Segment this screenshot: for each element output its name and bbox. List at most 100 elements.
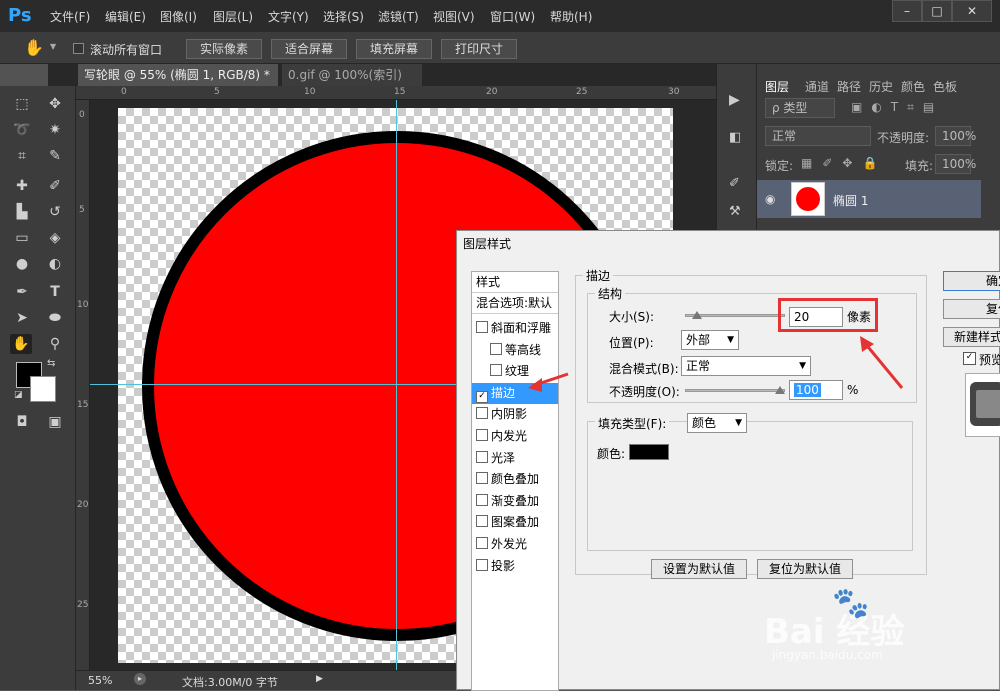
style-item-checkbox[interactable]: [476, 493, 488, 506]
layer-fill-field[interactable]: 100%: [935, 154, 976, 174]
brush-tool-icon[interactable]: ✐: [44, 176, 66, 196]
background-color-swatch[interactable]: [30, 376, 56, 402]
menu-edit[interactable]: 编辑(E): [105, 8, 146, 25]
magic-wand-icon[interactable]: ✷: [44, 120, 66, 140]
menu-filter[interactable]: 滤镜(T): [378, 8, 419, 25]
status-info-icon[interactable]: ▸: [134, 673, 146, 685]
menu-layer[interactable]: 图层(L): [213, 8, 253, 25]
play-actions-icon[interactable]: ▶: [729, 92, 740, 108]
menu-select[interactable]: 选择(S): [323, 8, 364, 25]
tool-preset-chevron-icon[interactable]: ▼: [50, 42, 56, 51]
style-item-checkbox[interactable]: [476, 450, 488, 463]
move-tool-icon[interactable]: ✥: [44, 94, 66, 114]
fill-screen-button[interactable]: 填充屏幕: [356, 39, 432, 59]
crop-tool-icon[interactable]: ⌗: [11, 146, 33, 166]
menu-file[interactable]: 文件(F): [50, 8, 90, 25]
maximize-button[interactable]: □: [922, 0, 952, 22]
menu-window[interactable]: 窗口(W): [490, 8, 535, 25]
clone-stamp-icon[interactable]: ▙: [11, 202, 33, 222]
menu-help[interactable]: 帮助(H): [550, 8, 592, 25]
paint-bucket-icon[interactable]: ◈: [44, 228, 66, 248]
lasso-tool-icon[interactable]: ➰: [11, 120, 33, 140]
styles-header[interactable]: 样式: [472, 272, 558, 293]
style-item-checkbox[interactable]: [490, 364, 502, 377]
default-colors-icon[interactable]: ◪: [14, 390, 23, 400]
eraser-tool-icon[interactable]: ▭: [11, 228, 33, 248]
tab-color[interactable]: 颜色: [901, 78, 925, 95]
set-default-button[interactable]: 设置为默认值: [651, 559, 747, 579]
fit-screen-button[interactable]: 适合屏幕: [271, 39, 347, 59]
style-item-checkbox[interactable]: [476, 407, 488, 420]
marquee-tool-icon[interactable]: ⬚: [11, 94, 33, 114]
style-item-checkbox[interactable]: [490, 342, 502, 355]
fill-type-group: [587, 421, 913, 551]
style-item-checkbox[interactable]: [476, 429, 488, 441]
style-item[interactable]: 外发光: [472, 534, 558, 555]
preview-checkbox[interactable]: ✓: [963, 352, 976, 365]
print-size-button[interactable]: 打印尺寸: [441, 39, 517, 59]
tab-gif-document[interactable]: 0.gif @ 100%(索引) ×: [282, 64, 422, 104]
reset-button[interactable]: 复位: [943, 299, 1000, 319]
pen-tool-icon[interactable]: ✒: [11, 282, 33, 302]
style-item-checkbox[interactable]: [476, 321, 488, 333]
type-tool-icon[interactable]: T: [44, 282, 66, 302]
tab-active-document[interactable]: 写轮眼 @ 55% (椭圆 1, RGB/8) * ×: [78, 64, 278, 104]
size-slider-thumb[interactable]: [692, 311, 702, 319]
visibility-eye-icon[interactable]: ◉: [765, 192, 775, 206]
hand-tool-icon[interactable]: ✋: [24, 38, 44, 57]
style-item[interactable]: 内发光: [472, 426, 558, 447]
tab-channels[interactable]: 通道: [805, 78, 829, 95]
ok-button[interactable]: 确定: [943, 271, 1000, 291]
tab-paths[interactable]: 路径: [837, 78, 861, 95]
path-select-icon[interactable]: ➤: [11, 308, 33, 328]
menu-type[interactable]: 文字(Y): [268, 8, 309, 25]
actual-pixels-button[interactable]: 实际像素: [186, 39, 262, 59]
ellipse-tool-icon[interactable]: ⬬: [44, 308, 66, 328]
lock-icons[interactable]: ▦✐✥🔒: [801, 156, 887, 170]
minimize-button[interactable]: –: [892, 0, 922, 22]
properties-panel-icon[interactable]: ◧: [729, 130, 741, 145]
layer-opacity-field[interactable]: 100%: [935, 126, 976, 146]
new-style-button[interactable]: 新建样式...: [943, 327, 1000, 347]
style-item-checkbox[interactable]: [476, 515, 488, 528]
swap-colors-icon[interactable]: ⇆: [47, 358, 55, 369]
tab-swatches[interactable]: 色板: [933, 78, 957, 95]
tool-presets-icon[interactable]: ⚒: [729, 204, 741, 219]
zoom-tool-icon[interactable]: ⚲: [44, 334, 66, 354]
style-item[interactable]: 图案叠加: [472, 512, 558, 533]
blending-options-item[interactable]: 混合选项:默认: [472, 293, 558, 314]
stroke-color-swatch[interactable]: [629, 444, 669, 460]
tab-layers[interactable]: 图层: [765, 78, 789, 95]
history-brush-icon[interactable]: ↺: [44, 202, 66, 222]
fill-type-select[interactable]: 颜色 ▼: [687, 413, 747, 433]
layer-row-ellipse[interactable]: ◉ 椭圆 1: [757, 180, 981, 218]
style-item-checkbox[interactable]: [476, 472, 488, 485]
dodge-tool-icon[interactable]: ◐: [44, 254, 66, 274]
style-item-checkbox[interactable]: [476, 558, 488, 571]
healing-brush-icon[interactable]: ✚: [11, 176, 33, 196]
scroll-all-checkbox[interactable]: [73, 43, 84, 54]
style-item[interactable]: 渐变叠加: [472, 491, 558, 512]
style-item-checkbox[interactable]: [476, 537, 488, 549]
style-item[interactable]: 投影: [472, 556, 558, 577]
reset-default-button[interactable]: 复位为默认值: [757, 559, 853, 579]
style-item-label: 渐变叠加: [491, 493, 540, 508]
style-item-checkbox[interactable]: ✓: [476, 390, 488, 403]
close-window-button[interactable]: ✕: [952, 0, 992, 22]
status-arrow-icon[interactable]: ▶: [316, 674, 323, 684]
layer-filter-icons[interactable]: ▣◐T⌗▤: [851, 100, 943, 115]
style-item[interactable]: 内阴影: [472, 404, 558, 425]
quick-mask-icon[interactable]: ◘: [11, 412, 33, 432]
blend-mode-select[interactable]: 正常: [765, 126, 871, 146]
menu-view[interactable]: 视图(V): [433, 8, 475, 25]
brush-panel-icon[interactable]: ✐: [729, 176, 740, 191]
tab-history[interactable]: 历史: [869, 78, 893, 95]
eyedropper-icon[interactable]: ✎: [44, 146, 66, 166]
layer-filter-select[interactable]: ρ 类型: [765, 98, 835, 118]
screen-mode-icon[interactable]: ▣: [44, 412, 66, 432]
style-item[interactable]: 颜色叠加: [472, 469, 558, 490]
menu-image[interactable]: 图像(I): [160, 8, 197, 25]
hand-tool-icon[interactable]: ✋: [10, 334, 32, 354]
style-item[interactable]: 光泽: [472, 448, 558, 469]
blur-tool-icon[interactable]: ●: [11, 254, 33, 274]
